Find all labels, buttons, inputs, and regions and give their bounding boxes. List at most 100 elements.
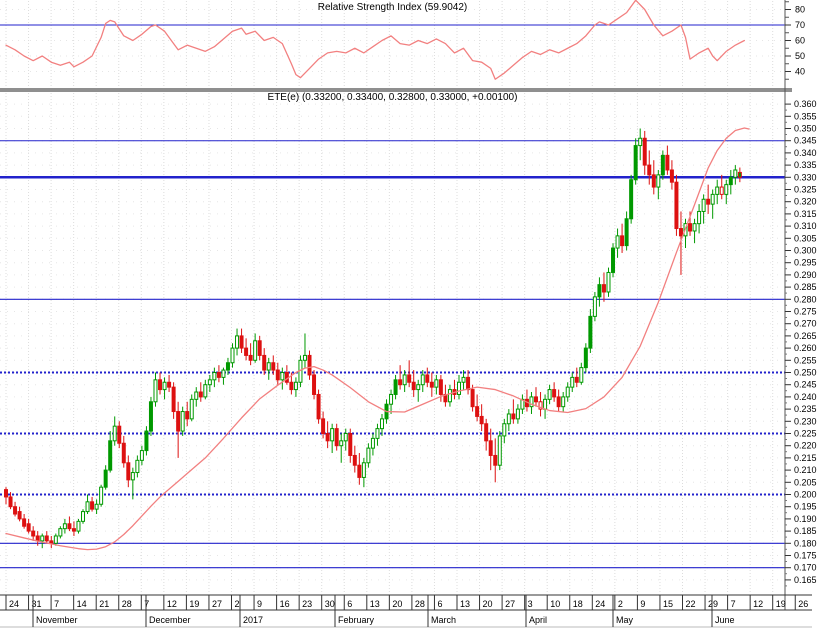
candle [728, 176, 733, 186]
candle [556, 396, 561, 408]
candle [669, 169, 674, 183]
month-label: June [715, 615, 735, 625]
day-label: 20 [392, 599, 402, 609]
candle [248, 354, 253, 361]
candle [67, 523, 72, 530]
candle [35, 535, 40, 542]
candle [678, 228, 683, 237]
price-tick-label: 0.190 [794, 514, 817, 524]
day-label: 9 [257, 599, 262, 609]
candle [425, 374, 430, 383]
day-label: 24 [9, 599, 19, 609]
candle [117, 425, 122, 444]
price-tick-label: 0.185 [794, 526, 817, 536]
candle [94, 503, 99, 510]
candle [99, 486, 104, 505]
day-label: 27 [505, 599, 515, 609]
candle [76, 520, 81, 532]
candle [198, 391, 203, 398]
candle [647, 164, 652, 176]
candle [271, 362, 276, 371]
candle [574, 376, 579, 383]
candle [398, 379, 403, 386]
price-tick-label: 0.275 [794, 307, 817, 317]
candle [511, 413, 516, 420]
candle [515, 408, 520, 420]
candle [289, 381, 294, 391]
candle [633, 145, 638, 181]
price-tick-label: 0.250 [794, 368, 817, 378]
candle [375, 428, 380, 439]
price-tick-label: 0.195 [794, 502, 817, 512]
candle [126, 462, 131, 481]
candle [370, 437, 375, 449]
candle [339, 440, 344, 447]
candle [144, 430, 149, 452]
rsi-tick-label: 70 [795, 20, 805, 30]
candle [85, 501, 90, 513]
candle [189, 398, 194, 420]
day-label: 7 [144, 599, 149, 609]
day-label: 29 [708, 599, 718, 609]
price-tick-label: 0.270 [794, 319, 817, 329]
candle [253, 340, 258, 361]
price-tick-label: 0.245 [794, 380, 817, 390]
month-label: April [529, 615, 547, 625]
candle [49, 540, 54, 544]
price-tick-label: 0.335 [794, 160, 817, 170]
candle [561, 396, 566, 408]
candle [207, 379, 212, 386]
day-label: 7 [731, 599, 736, 609]
candle [139, 450, 144, 461]
day-label: 3 [528, 599, 533, 609]
candle [293, 381, 298, 391]
price-tick-label: 0.325 [794, 185, 817, 195]
price-tick-label: 0.200 [794, 490, 817, 500]
candle [135, 459, 140, 474]
candle [257, 340, 262, 356]
candle [697, 210, 702, 225]
month-label: November [36, 615, 78, 625]
candle [194, 391, 199, 400]
candle [40, 535, 45, 542]
candle [53, 535, 58, 544]
candle [565, 386, 570, 398]
candle [601, 284, 606, 293]
day-label: 22 [686, 599, 696, 609]
price-tick-label: 0.205 [794, 477, 817, 487]
price-tick-label: 0.265 [794, 331, 817, 341]
candle [4, 489, 8, 498]
candle [416, 384, 421, 391]
price-tick-label: 0.175 [794, 551, 817, 561]
candle [502, 423, 507, 437]
day-label: 16 [280, 599, 290, 609]
rsi-tick-label: 40 [795, 67, 805, 77]
candle [176, 411, 181, 432]
candle [221, 369, 226, 378]
rsi-tick-label: 50 [795, 51, 805, 61]
price-tick-label: 0.255 [794, 355, 817, 365]
candle [534, 396, 539, 403]
candle [506, 413, 511, 425]
candle [81, 511, 86, 522]
candle [660, 154, 665, 176]
month-label: March [431, 615, 456, 625]
price-tick-label: 0.355 [794, 111, 817, 121]
day-label: 26 [798, 599, 808, 609]
candle [402, 374, 407, 386]
candle [121, 442, 126, 464]
price-tick-label: 0.285 [794, 282, 817, 292]
candle [22, 518, 27, 527]
candle [592, 296, 597, 317]
rsi-tick-label: 60 [795, 36, 805, 46]
candle [26, 523, 31, 532]
day-label: 30 [325, 599, 335, 609]
day-label: 13 [370, 599, 380, 609]
candle [552, 389, 557, 398]
candle [379, 418, 384, 430]
candle [706, 198, 711, 205]
candle [606, 271, 611, 293]
panel-separator [0, 88, 792, 92]
price-tick-label: 0.240 [794, 392, 817, 402]
candle [620, 235, 625, 247]
